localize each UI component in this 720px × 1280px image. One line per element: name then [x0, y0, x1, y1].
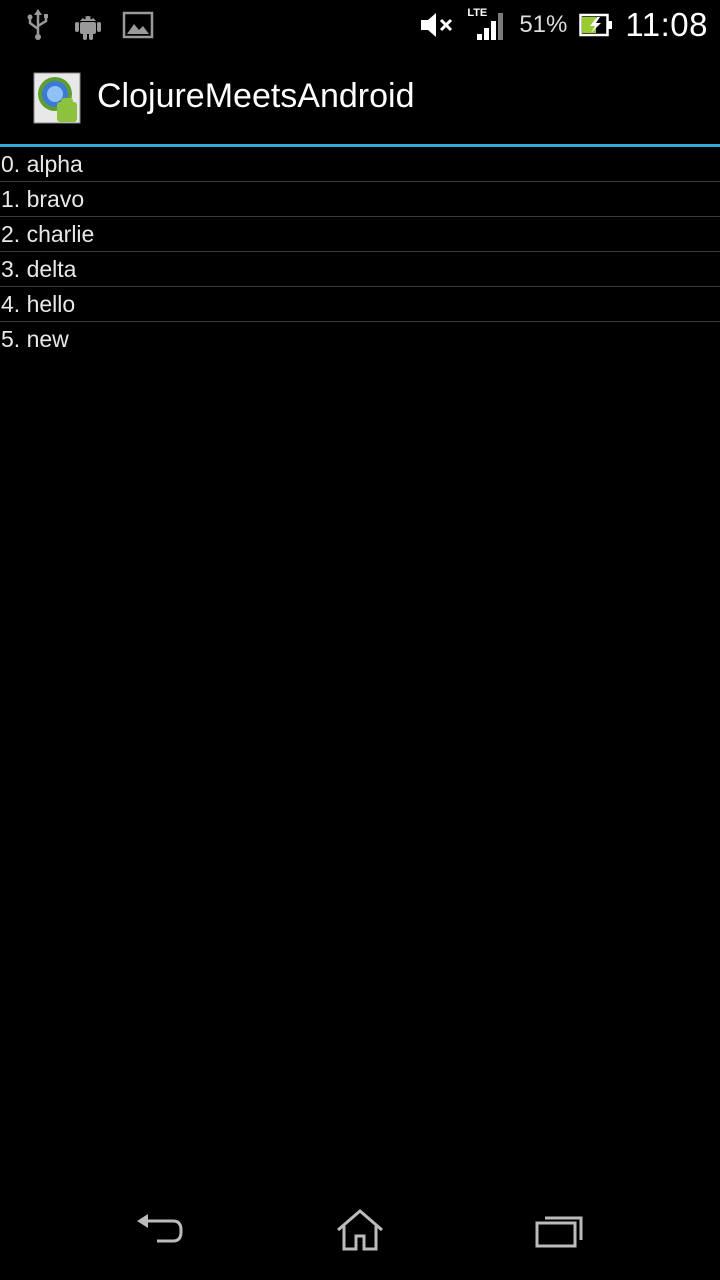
back-button[interactable]	[120, 1200, 200, 1260]
item-list: 0. alpha 1. bravo 2. charlie 3. delta 4.…	[0, 147, 720, 356]
lte-label: LTE	[467, 7, 488, 19]
list-item[interactable]: 1. bravo	[0, 182, 720, 217]
recent-apps-icon	[535, 1216, 583, 1248]
list-item[interactable]: 0. alpha	[0, 147, 720, 182]
status-bar-system: LTE 51% 11:08	[419, 6, 708, 44]
clojure-android-app-icon[interactable]	[33, 72, 81, 124]
status-bar-notifications	[22, 8, 154, 42]
clock: 11:08	[625, 6, 708, 43]
list-item[interactable]: 5. new	[0, 322, 720, 356]
navigation-bar	[0, 1184, 720, 1280]
home-icon	[337, 1209, 383, 1251]
recent-apps-button[interactable]	[520, 1200, 600, 1260]
list-item[interactable]: 4. hello	[0, 287, 720, 322]
list-item[interactable]: 3. delta	[0, 252, 720, 287]
app-title: ClojureMeetsAndroid	[97, 77, 415, 115]
battery-charging-icon	[579, 9, 613, 41]
back-icon	[137, 1214, 183, 1243]
home-button[interactable]	[320, 1200, 400, 1260]
status-bar: LTE 51% 11:08	[0, 0, 720, 50]
image-notification-icon	[122, 9, 154, 41]
lte-signal-icon: LTE	[467, 7, 507, 41]
usb-icon	[22, 9, 54, 41]
list-item[interactable]: 2. charlie	[0, 217, 720, 252]
android-debug-icon	[72, 9, 104, 41]
battery-percent: 51%	[519, 11, 568, 38]
volume-muted-icon	[419, 9, 455, 41]
action-bar: ClojureMeetsAndroid	[0, 50, 720, 147]
